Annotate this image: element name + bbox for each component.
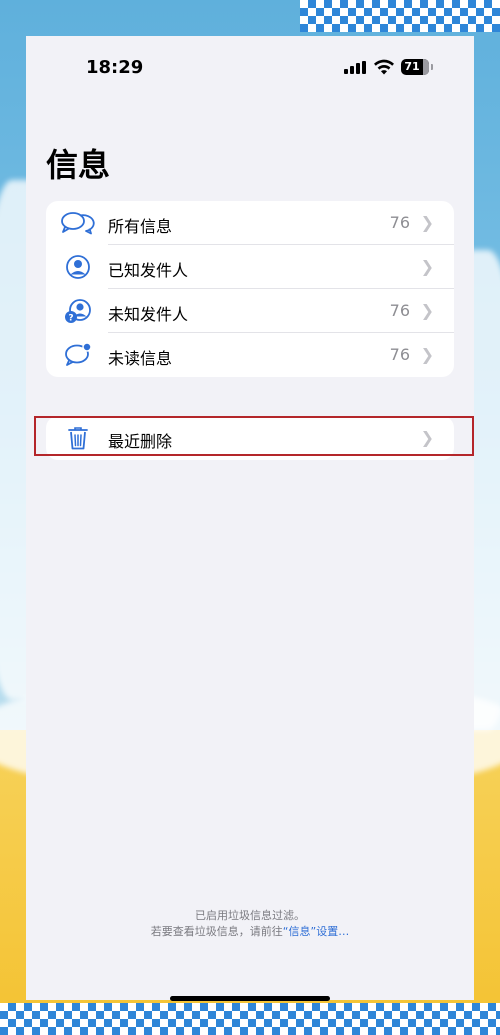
filter-row-known-senders[interactable]: 已知发件人 ❯ <box>46 245 454 289</box>
background-checker-pattern <box>300 0 500 32</box>
status-time: 18:29 <box>86 57 144 78</box>
messages-settings-link[interactable]: “信息”设置… <box>283 925 349 938</box>
page-title: 信息 <box>46 146 111 184</box>
speech-bubbles-icon <box>61 212 95 235</box>
chevron-right-icon: ❯ <box>420 301 434 320</box>
spam-filter-line2: 若要查看垃圾信息，请前往“信息”设置… <box>26 924 474 940</box>
battery-level: 71 <box>404 60 420 73</box>
spam-filter-line2-prefix: 若要查看垃圾信息，请前往 <box>150 925 283 938</box>
filter-row-all-messages[interactable]: 所有信息 76 ❯ <box>46 201 454 245</box>
spam-filter-note: 已启用垃圾信息过滤。 若要查看垃圾信息，请前往“信息”设置… <box>26 908 474 940</box>
cellular-signal-icon <box>344 61 366 74</box>
status-bar: 18:29 71 <box>26 36 474 96</box>
highlight-annotation-box <box>34 416 474 456</box>
unknown-person-icon: ? <box>65 299 91 324</box>
filter-list: 所有信息 76 ❯ 已知发件人 ❯ ? 未知发件人 76 ❯ 未读信息 76 ❯ <box>46 201 454 377</box>
person-circle-icon <box>66 255 90 279</box>
battery-icon: 71 <box>401 59 429 75</box>
chevron-right-icon: ❯ <box>420 345 434 364</box>
phone-screen: 18:29 71 信息 所有信息 76 ❯ 已知发件人 ❯ ? 未知发件人 76… <box>26 36 474 1001</box>
filter-count: 76 <box>389 301 410 320</box>
filter-count: 76 <box>389 213 410 232</box>
filter-label: 未读信息 <box>108 349 173 368</box>
filter-row-unread[interactable]: 未读信息 76 ❯ <box>46 333 454 377</box>
svg-text:?: ? <box>68 314 73 324</box>
filter-row-unknown-senders[interactable]: ? 未知发件人 76 ❯ <box>46 289 454 333</box>
filter-label: 已知发件人 <box>108 261 189 280</box>
chevron-right-icon: ❯ <box>420 257 434 276</box>
background-checker-pattern <box>0 1003 500 1035</box>
home-indicator[interactable] <box>170 996 330 1001</box>
filter-count: 76 <box>389 345 410 364</box>
chevron-right-icon: ❯ <box>420 213 434 232</box>
wifi-icon <box>374 59 394 75</box>
filter-label: 未知发件人 <box>108 305 189 324</box>
unread-bubble-icon <box>65 342 92 366</box>
spam-filter-line1: 已启用垃圾信息过滤。 <box>195 909 305 922</box>
battery-cap <box>431 64 433 70</box>
filter-label: 所有信息 <box>108 217 173 236</box>
